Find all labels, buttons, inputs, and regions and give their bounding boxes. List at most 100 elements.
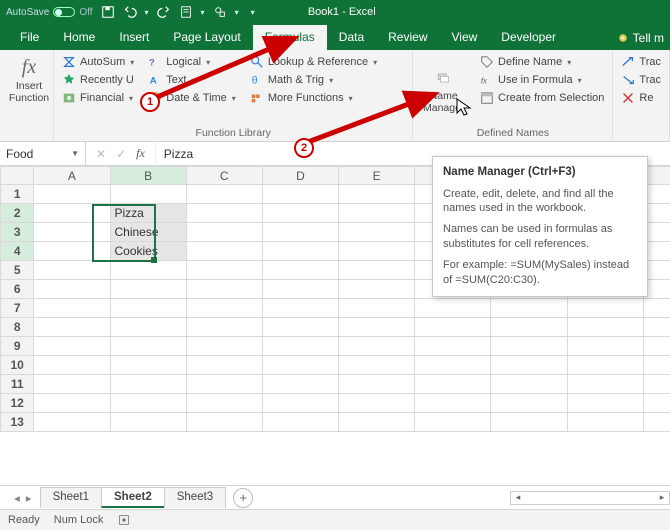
cell-F13[interactable] [415,413,491,432]
trace-precedents-button[interactable]: Trac [619,54,663,70]
cell-C10[interactable] [186,356,262,375]
cell-D8[interactable] [262,318,338,337]
cell-B5[interactable] [110,261,186,280]
sheet-nav[interactable]: ◂▸ [6,491,40,505]
cell-E12[interactable] [339,394,415,413]
trace-dependents-button[interactable]: Trac [619,72,663,88]
row-header-5[interactable]: 5 [1,261,34,280]
cell-A12[interactable] [34,394,110,413]
use-in-formula-button[interactable]: fxUse in Formula▾ [478,72,606,88]
cell-F10[interactable] [415,356,491,375]
cell-I12[interactable] [643,394,670,413]
cell-E1[interactable] [339,185,415,204]
cell-C6[interactable] [186,280,262,299]
text-button[interactable]: AText▾ [146,72,238,88]
name-manager-button[interactable]: NameManager [419,54,468,125]
sheet-tab-sheet2[interactable]: Sheet2 [101,487,165,508]
sheet-tab-sheet1[interactable]: Sheet1 [40,487,102,508]
cell-H7[interactable] [567,299,643,318]
create-from-selection-button[interactable]: Create from Selection [478,90,606,106]
tab-insert[interactable]: Insert [107,25,161,50]
cell-E7[interactable] [339,299,415,318]
enter-icon[interactable]: ✓ [116,147,126,161]
cell-A8[interactable] [34,318,110,337]
tab-file[interactable]: File [8,25,51,50]
cell-B6[interactable] [110,280,186,299]
cell-C2[interactable] [186,204,262,223]
cell-G12[interactable] [491,394,567,413]
cell-D2[interactable] [262,204,338,223]
cell-B2[interactable]: Pizza [110,204,186,223]
more-functions-button[interactable]: More Functions▾ [248,90,379,106]
cell-A2[interactable] [34,204,110,223]
row-header-6[interactable]: 6 [1,280,34,299]
cell-D11[interactable] [262,375,338,394]
logical-button[interactable]: ?Logical▾ [146,54,238,70]
tab-home[interactable]: Home [51,25,107,50]
tab-page-layout[interactable]: Page Layout [161,25,252,50]
cancel-icon[interactable]: ✕ [96,147,106,161]
cell-D12[interactable] [262,394,338,413]
math-button[interactable]: θMath & Trig▾ [248,72,379,88]
cell-G13[interactable] [491,413,567,432]
cell-H11[interactable] [567,375,643,394]
cell-C8[interactable] [186,318,262,337]
row-header-1[interactable]: 1 [1,185,34,204]
cell-B4[interactable]: Cookies [110,242,186,261]
cell-C13[interactable] [186,413,262,432]
cell-D13[interactable] [262,413,338,432]
cell-E13[interactable] [339,413,415,432]
cell-A4[interactable] [34,242,110,261]
cell-H12[interactable] [567,394,643,413]
cell-A11[interactable] [34,375,110,394]
tab-formulas[interactable]: Formulas [253,25,327,50]
tab-data[interactable]: Data [327,25,376,50]
cell-B12[interactable] [110,394,186,413]
cell-H10[interactable] [567,356,643,375]
cell-E9[interactable] [339,337,415,356]
tab-view[interactable]: View [440,25,490,50]
row-header-9[interactable]: 9 [1,337,34,356]
cell-F8[interactable] [415,318,491,337]
cell-I8[interactable] [643,318,670,337]
datetime-button[interactable]: Date & Time▾ [146,90,238,106]
cell-B1[interactable] [110,185,186,204]
cell-B3[interactable]: Chinese [110,223,186,242]
cell-A7[interactable] [34,299,110,318]
tab-review[interactable]: Review [376,25,439,50]
cell-C11[interactable] [186,375,262,394]
cell-A13[interactable] [34,413,110,432]
cell-E4[interactable] [339,242,415,261]
cell-A10[interactable] [34,356,110,375]
cell-F11[interactable] [415,375,491,394]
row-header-12[interactable]: 12 [1,394,34,413]
cell-H8[interactable] [567,318,643,337]
cell-B13[interactable] [110,413,186,432]
cell-G9[interactable] [491,337,567,356]
cell-E5[interactable] [339,261,415,280]
cell-I9[interactable] [643,337,670,356]
cell-B11[interactable] [110,375,186,394]
cell-I7[interactable] [643,299,670,318]
cell-G8[interactable] [491,318,567,337]
col-header-B[interactable]: B [110,167,186,185]
cell-A9[interactable] [34,337,110,356]
name-box[interactable]: Food ▼ [0,142,86,165]
cell-E8[interactable] [339,318,415,337]
tell-me[interactable]: Tell m [611,26,670,50]
lookup-button[interactable]: Lookup & Reference▾ [248,54,379,70]
cell-A1[interactable] [34,185,110,204]
autosave-toggle[interactable]: AutoSave Off [6,7,93,18]
define-name-button[interactable]: Define Name▾ [478,54,606,70]
cell-G11[interactable] [491,375,567,394]
row-header-2[interactable]: 2 [1,204,34,223]
cell-E11[interactable] [339,375,415,394]
cell-D1[interactable] [262,185,338,204]
cell-I10[interactable] [643,356,670,375]
cell-F12[interactable] [415,394,491,413]
cell-C4[interactable] [186,242,262,261]
cell-A3[interactable] [34,223,110,242]
autosum-button[interactable]: AutoSum▾ [60,54,136,70]
cell-A5[interactable] [34,261,110,280]
cell-F9[interactable] [415,337,491,356]
